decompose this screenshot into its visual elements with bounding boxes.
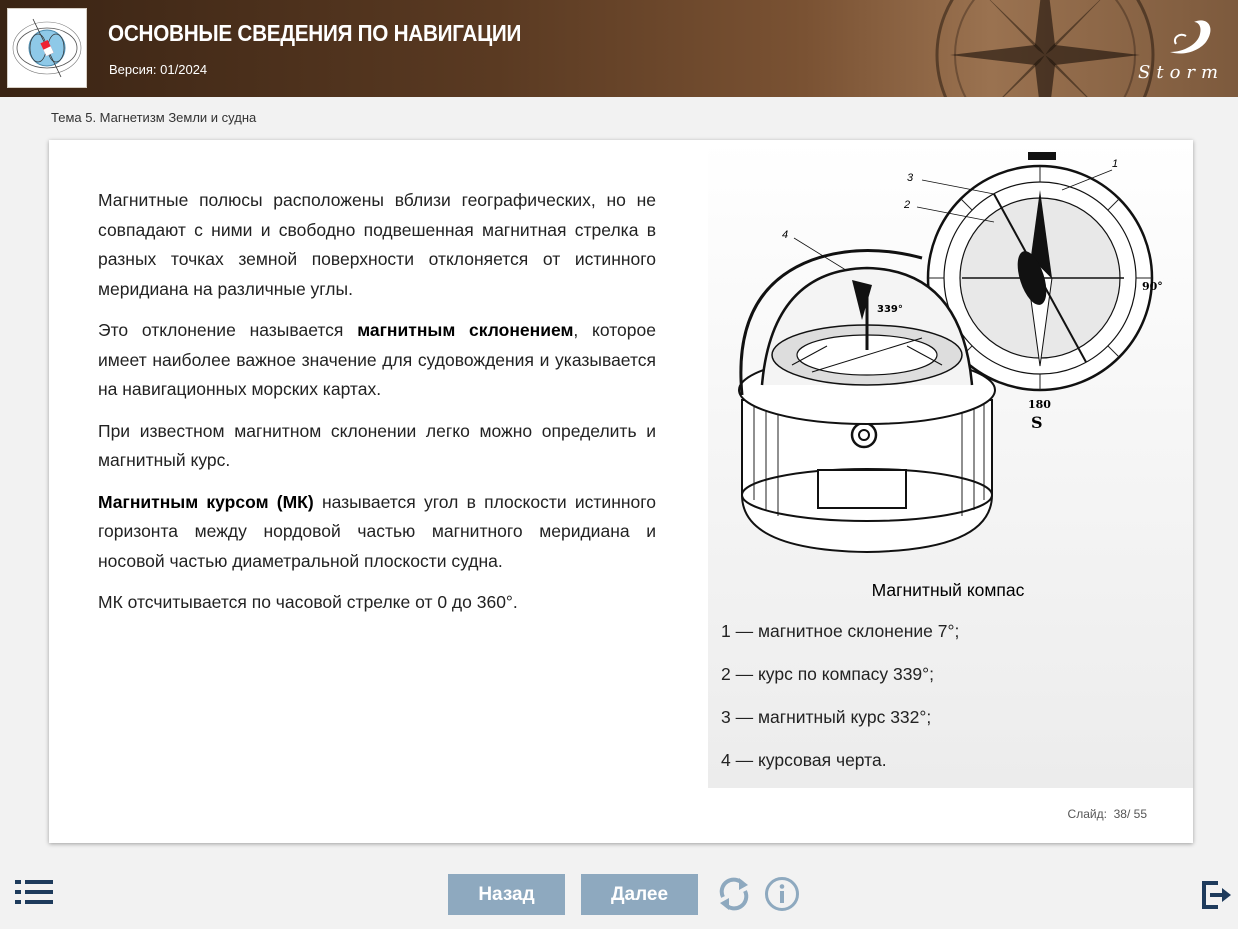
slide-counter: Слайд: 38/ 55 [1068, 807, 1147, 821]
course-title: ОСНОВНЫЕ СВЕДЕНИЯ ПО НАВИГАЦИИ [108, 20, 522, 46]
info-icon[interactable] [764, 876, 800, 912]
label-339: 339° [877, 304, 903, 315]
slide-separator: / [1126, 807, 1131, 821]
label-4: 4 [782, 229, 788, 241]
menu-list-icon[interactable] [15, 880, 53, 904]
storm-logo: Storm [1136, 14, 1226, 86]
paragraph-2: Это отклонение называется магнитным скло… [98, 316, 656, 405]
label-90: 90° [1142, 280, 1163, 293]
legend-item-2: 2 — курс по компасу 339°; [721, 664, 935, 684]
slide-card: Магнитные полюсы расположены вблизи геог… [49, 140, 1193, 843]
header-banner: ОСНОВНЫЕ СВЕДЕНИЯ ПО НАВИГАЦИИ Версия: 0… [0, 0, 1238, 97]
paragraph-4: Магнитным курсом (МК) называется угол в … [98, 488, 656, 577]
magnet-field-icon [12, 18, 82, 78]
paragraph-2-text-a: Это отклонение называется [98, 320, 358, 340]
label-3: 3 [907, 172, 914, 184]
term-magnetic-declination: магнитным склонением [357, 320, 574, 340]
breadcrumb-topic: Тема 5. Магнетизм Земли и судна [51, 110, 257, 125]
reload-icon[interactable] [715, 875, 753, 913]
figure-panel: 90° 180 S 3 2 1 4 339° Магнитный компас … [708, 140, 1193, 788]
course-logo [7, 8, 87, 88]
paragraph-1: Магнитные полюсы расположены вблизи геог… [98, 190, 656, 299]
compass-rose-decoration [935, 0, 1155, 97]
storm-logo-text: Storm [1138, 62, 1225, 83]
label-1: 1 [1112, 158, 1118, 170]
label-2: 2 [903, 199, 910, 211]
next-button[interactable]: Далее [581, 874, 698, 915]
back-button[interactable]: Назад [448, 874, 565, 915]
label-180: 180 [1028, 398, 1051, 411]
legend-item-4: 4 — курсовая черта. [721, 750, 887, 770]
figure-legend: 1 — магнитное склонение 7°; 2 — курс по … [721, 620, 959, 792]
term-magnetic-course: Магнитным курсом (МК) [98, 491, 314, 512]
slide-current: 38 [1113, 807, 1127, 821]
legend-item-1: 1 — магнитное склонение 7°; [721, 621, 960, 641]
paragraph-5: МК отсчитывается по часовой стрелке от 0… [98, 592, 518, 612]
figure-caption: Магнитный компас [871, 580, 1025, 600]
svg-text:S: S [1031, 413, 1043, 432]
version-label: Версия: 01/2024 [109, 62, 208, 77]
slide-counter-label: Слайд: [1067, 807, 1107, 821]
magnetic-compass-illustration: 90° 180 S 3 2 1 4 339° [738, 152, 1163, 554]
legend-item-3: 3 — магнитный курс 332°; [721, 707, 932, 727]
slide-text: Магнитные полюсы расположены вблизи геог… [98, 186, 656, 630]
paragraph-3: При известном магнитном склонении легко … [98, 420, 656, 471]
exit-icon[interactable] [1200, 879, 1232, 911]
slide-total: 55 [1133, 807, 1147, 821]
